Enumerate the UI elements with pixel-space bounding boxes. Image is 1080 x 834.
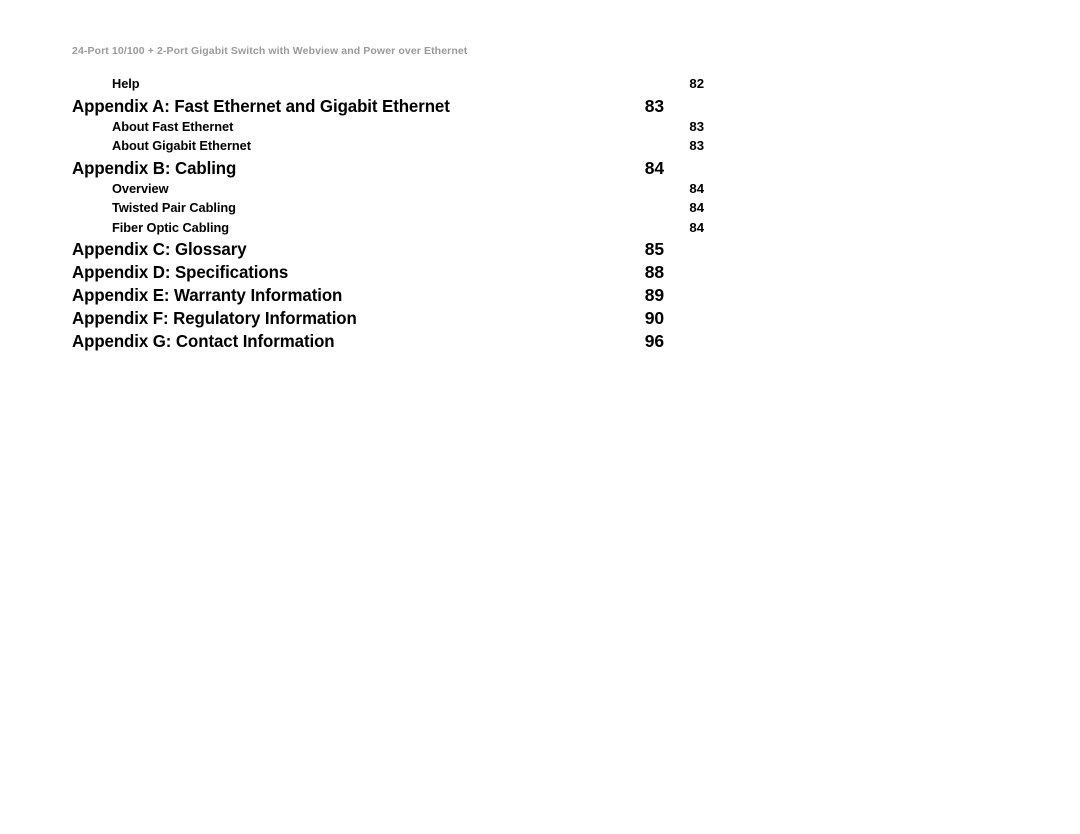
toc-entry-page-number: 88	[644, 262, 664, 282]
toc-entry[interactable]: About Gigabit Ethernet 83	[72, 138, 704, 158]
toc-entry-title: About Gigabit Ethernet	[112, 138, 251, 153]
toc-entry-title: Appendix C: Glossary	[72, 239, 247, 259]
toc-entry-page-number: 84	[689, 180, 704, 196]
toc-entry-title: Twisted Pair Cabling	[112, 200, 236, 215]
toc-entry-page-number: 85	[644, 239, 664, 259]
toc-entry-title: Overview	[112, 180, 169, 196]
toc-entry[interactable]: Twisted Pair Cabling 84	[72, 200, 704, 220]
toc-entry-title: Appendix D: Specifications	[72, 262, 289, 282]
toc-entry[interactable]: Fiber Optic Cabling 84	[72, 220, 704, 240]
toc-entry-page-number: 83	[644, 95, 664, 116]
toc-entry[interactable]: Appendix D: Specifications 88	[72, 262, 664, 285]
toc-entry[interactable]: Appendix C: Glossary 85	[72, 239, 664, 262]
toc-entry-title: Appendix F: Regulatory Information	[72, 308, 357, 328]
toc-entry[interactable]: Appendix E: Warranty Information 89	[72, 285, 664, 308]
toc-entry[interactable]: Appendix A: Fast Ethernet and Gigabit Et…	[72, 96, 664, 119]
table-of-contents: Help 82 Appendix A: Fast Ethernet and Giga…	[72, 76, 704, 354]
toc-entry[interactable]: Appendix B: Cabling 84	[72, 158, 664, 181]
toc-entry-title: Appendix E: Warranty Information	[72, 285, 343, 305]
toc-entry-page-number: 84	[644, 157, 664, 178]
toc-entry[interactable]: Appendix G: Contact Information 96	[72, 331, 664, 354]
toc-entry-page-number: 96	[644, 331, 664, 351]
document-page: 24-Port 10/100 + 2-Port Gigabit Switch w…	[0, 0, 1080, 834]
toc-entry-page-number: 83	[689, 138, 704, 153]
toc-entry-title: Appendix B: Cabling	[72, 157, 237, 178]
toc-entry-page-number: 82	[689, 76, 704, 91]
toc-entry-title: About Fast Ethernet	[112, 118, 234, 134]
toc-entry-page-number: 84	[689, 219, 704, 235]
toc-entry[interactable]: About Fast Ethernet 83	[72, 119, 704, 139]
toc-entry-title: Fiber Optic Cabling	[112, 219, 230, 235]
toc-entry[interactable]: Help 82	[72, 76, 704, 96]
toc-entry[interactable]: Appendix F: Regulatory Information 90	[72, 308, 664, 331]
toc-entry-page-number: 89	[644, 285, 664, 305]
toc-entry-page-number: 83	[689, 118, 704, 134]
toc-entry-title: Help	[112, 76, 140, 91]
toc-entry-title: Appendix A: Fast Ethernet and Gigabit Et…	[72, 95, 450, 116]
toc-entry-title: Appendix G: Contact Information	[72, 331, 335, 351]
toc-entry-page-number: 90	[644, 308, 664, 328]
toc-entry-page-number: 84	[689, 200, 704, 215]
running-header: 24-Port 10/100 + 2-Port Gigabit Switch w…	[72, 45, 468, 57]
toc-entry[interactable]: Overview 84	[72, 181, 704, 201]
